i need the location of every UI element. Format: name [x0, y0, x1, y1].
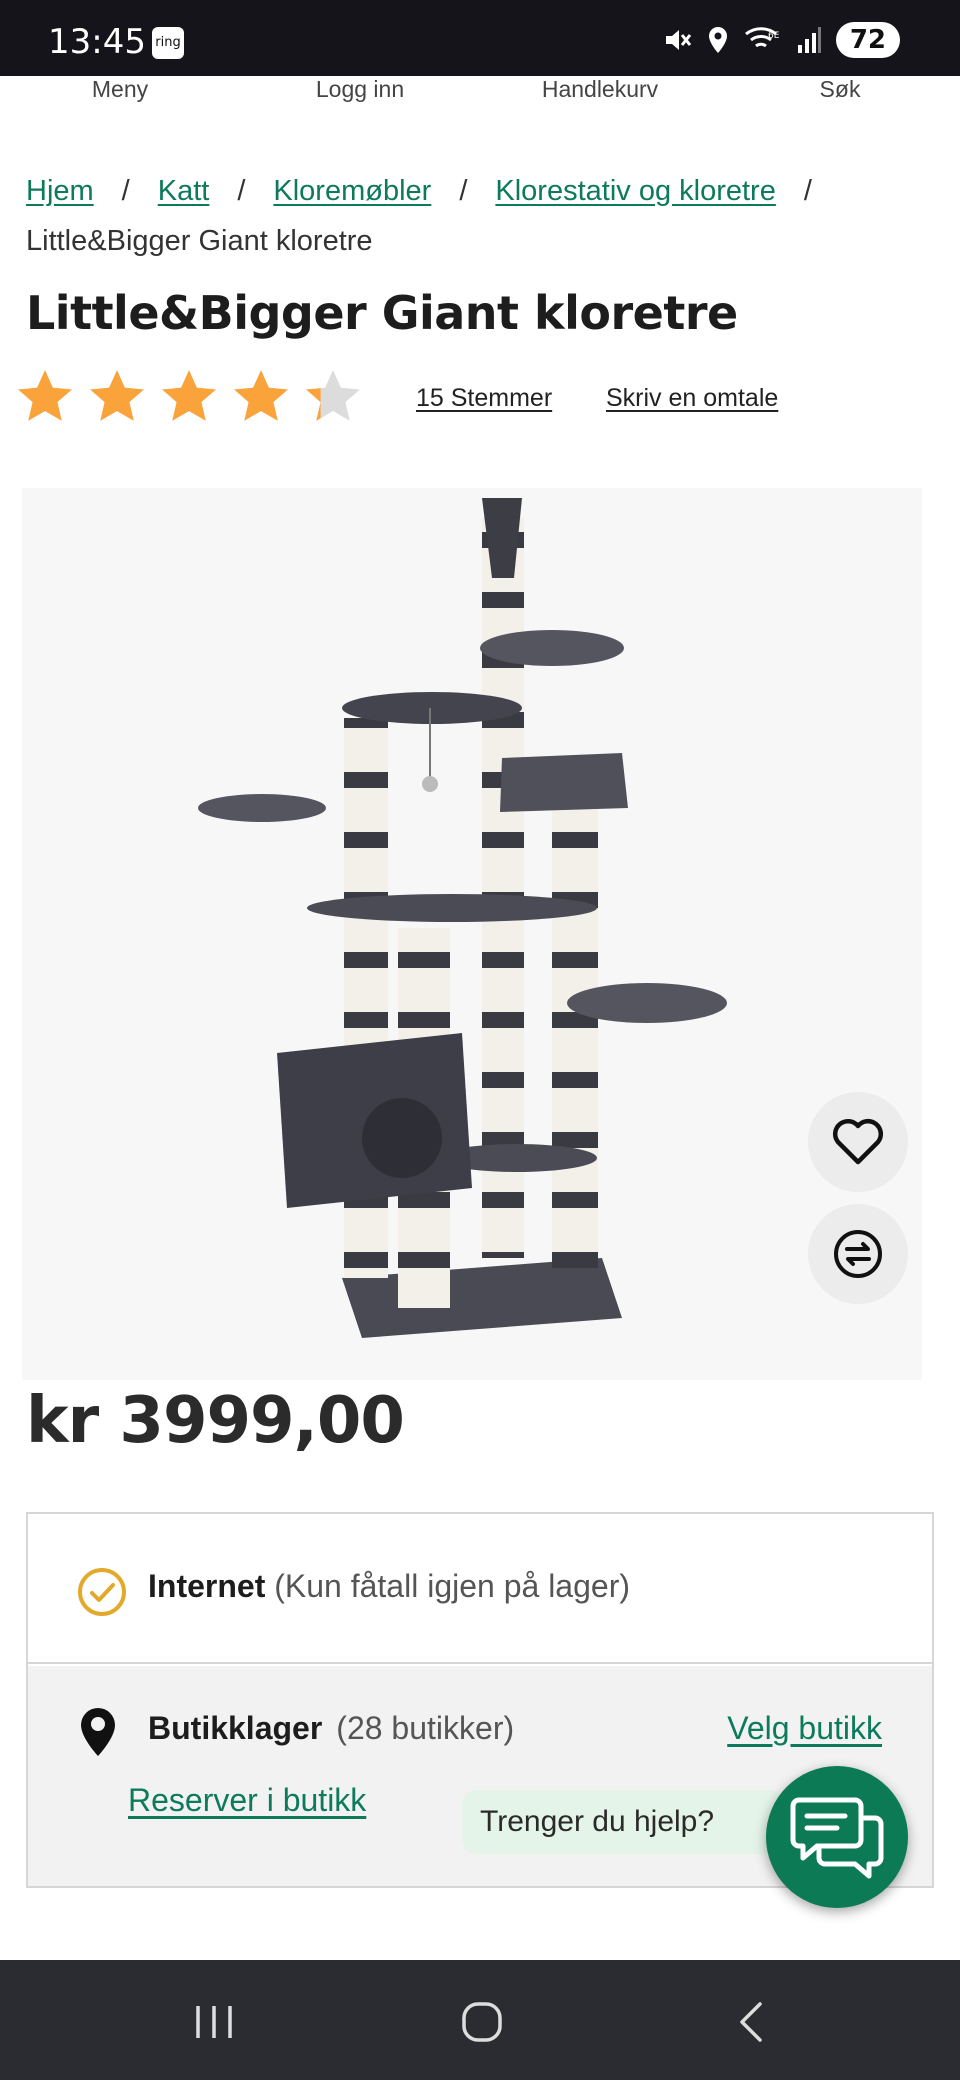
write-review-link[interactable]: Skriv en omtale	[606, 384, 778, 413]
nav-menu[interactable]: Meny	[92, 76, 148, 103]
store-count: (28 butikker)	[336, 1710, 515, 1746]
recent-apps-icon[interactable]	[192, 2002, 236, 2042]
breadcrumb: Hjem / Katt / Kloremøbler / Klorestativ og klo…	[26, 166, 926, 266]
breadcrumb-separator: /	[803, 175, 812, 207]
product-image[interactable]	[22, 488, 922, 1380]
nav-cart[interactable]: Handlekurv	[542, 76, 658, 103]
internet-stock-note: (Kun fåtall igjen på lager)	[274, 1568, 630, 1604]
reserve-in-store-link[interactable]: Reserver i butikk	[128, 1782, 366, 1819]
ring-app-icon: ring	[152, 27, 184, 59]
check-circle-icon	[78, 1568, 126, 1616]
breadcrumb-scratch-furniture[interactable]: Kloremøbler	[273, 175, 431, 207]
nav-login[interactable]: Logg inn	[316, 76, 404, 103]
stock-internet-row: Internet (Kun fåtall igjen på lager)	[28, 1514, 932, 1664]
star-icon	[234, 370, 288, 421]
location-icon	[708, 27, 727, 53]
wifi-6e-icon: 6E	[744, 27, 780, 48]
choose-store-link[interactable]: Velg butikk	[727, 1710, 882, 1747]
compare-button[interactable]	[808, 1204, 908, 1304]
breadcrumb-separator: /	[459, 175, 468, 207]
status-time: 13:45	[48, 22, 146, 62]
wishlist-button[interactable]	[808, 1092, 908, 1192]
nav-search[interactable]: Søk	[820, 76, 861, 103]
star-icon	[162, 370, 216, 421]
status-bar: 13:45 ring 6E 72	[0, 0, 960, 76]
battery-level: 72	[835, 22, 900, 58]
star-icon	[90, 370, 144, 421]
star-icon	[306, 370, 360, 421]
help-bubble[interactable]: Trenger du hjelp?	[462, 1790, 782, 1854]
breadcrumb-separator: /	[121, 175, 130, 207]
breadcrumb-scratch-trees[interactable]: Klorestativ og kloretre	[495, 175, 775, 207]
cat-tree-image	[198, 498, 727, 1338]
chat-button[interactable]	[766, 1766, 908, 1908]
breadcrumb-home[interactable]: Hjem	[26, 175, 94, 207]
status-icons: 6E 72	[662, 22, 900, 58]
star-icon	[18, 370, 72, 421]
breadcrumb-current: Little&Bigger Giant kloretre	[26, 225, 373, 257]
heart-icon	[832, 1118, 884, 1165]
back-icon[interactable]	[734, 2002, 770, 2042]
product-price: kr 3999,00	[26, 1384, 405, 1458]
store-label: Butikklager	[148, 1710, 323, 1746]
compare-icon	[834, 1230, 882, 1278]
breadcrumb-cat[interactable]: Katt	[158, 175, 210, 207]
top-nav: Meny Logg inn Handlekurv Søk	[0, 76, 960, 106]
signal-icon	[797, 27, 821, 53]
page-title: Little&Bigger Giant kloretre	[26, 286, 738, 340]
system-nav-bar	[0, 1960, 960, 2080]
rating-stars[interactable]	[14, 366, 364, 428]
internet-label: Internet	[148, 1568, 266, 1604]
chat-icon	[790, 1797, 884, 1879]
internet-stock-label: Internet (Kun fåtall igjen på lager)	[148, 1568, 630, 1605]
store-stock-label: Butikklager (28 butikker)	[148, 1710, 514, 1747]
mute-icon	[665, 30, 691, 50]
home-icon[interactable]	[460, 2002, 504, 2042]
svg-text:6E: 6E	[768, 31, 780, 41]
breadcrumb-separator: /	[237, 175, 246, 207]
votes-link[interactable]: 15 Stemmer	[416, 384, 552, 413]
map-pin-icon	[81, 1708, 115, 1756]
